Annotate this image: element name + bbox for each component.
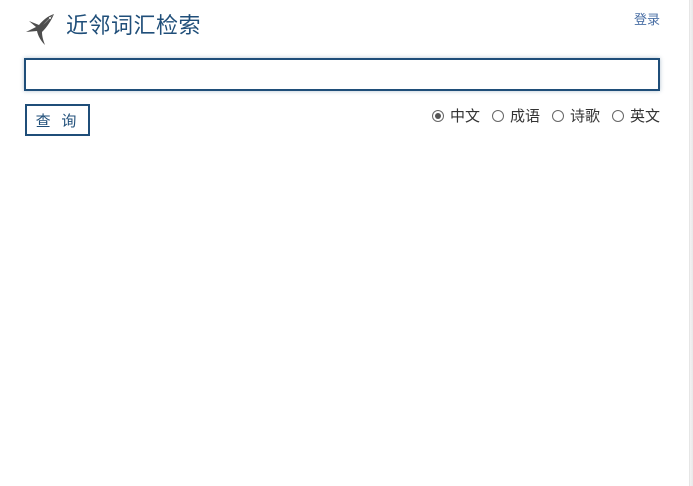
bird-logo-icon (24, 10, 58, 46)
radio-option-english[interactable]: 英文 (611, 106, 660, 126)
radio-label: 中文 (449, 107, 480, 125)
search-box (24, 58, 660, 91)
login-link[interactable]: 登录 (634, 12, 660, 30)
bird-logo-icon-svg (26, 14, 54, 45)
radio-label: 英文 (629, 107, 660, 125)
query-button[interactable]: 查 询 (25, 104, 90, 136)
window-edge (689, 0, 693, 486)
radio-option-poetry[interactable]: 诗歌 (551, 106, 600, 126)
search-input[interactable] (26, 60, 658, 89)
radio-option-idiom[interactable]: 成语 (491, 106, 540, 126)
search-mode-radio-group: 中文 成语 诗歌 英文 (431, 106, 660, 126)
header: 近邻词汇检索 登录 (24, 10, 660, 46)
radio-label: 成语 (509, 107, 540, 125)
radio-button-english[interactable] (611, 110, 624, 122)
radio-button-chinese[interactable] (431, 110, 444, 122)
radio-button-idiom[interactable] (491, 110, 504, 122)
page-title: 近邻词汇检索 (66, 14, 202, 39)
page: 近邻词汇检索 登录 查 询 中文 成语 诗歌 英文 (0, 0, 693, 486)
radio-option-chinese[interactable]: 中文 (431, 106, 480, 126)
radio-button-poetry[interactable] (551, 110, 564, 122)
radio-label: 诗歌 (569, 107, 600, 125)
